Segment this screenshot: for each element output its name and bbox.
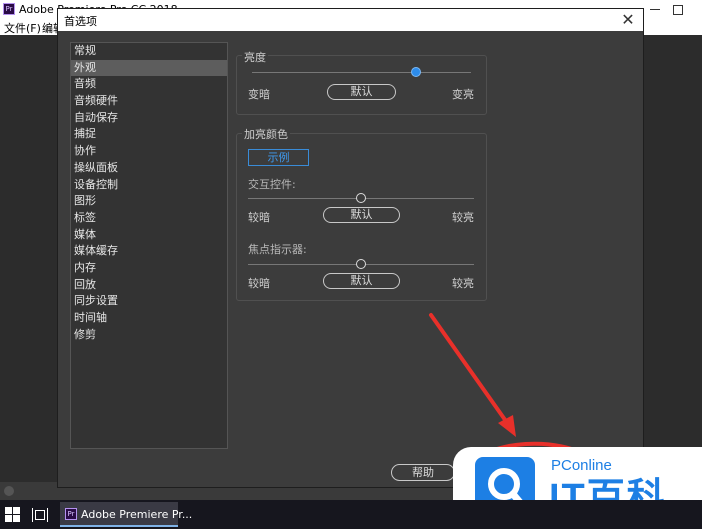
taskbar: Pr Adobe Premiere Pr... xyxy=(0,500,702,529)
interactive-controls-slider-thumb[interactable] xyxy=(356,193,366,203)
help-button[interactable]: 帮助 xyxy=(391,464,455,481)
status-icon xyxy=(4,486,14,496)
taskbar-premiere-item[interactable]: Pr Adobe Premiere Pr... xyxy=(60,502,192,527)
brightness-default-button[interactable]: 默认 xyxy=(327,84,396,100)
highlight-color-label: 加亮颜色 xyxy=(242,126,290,142)
watermark-brand: PConline xyxy=(551,457,612,474)
brightness-slider-track[interactable] xyxy=(252,72,471,73)
category-item[interactable]: 回放 xyxy=(71,277,227,294)
task-view-icon[interactable] xyxy=(32,507,48,523)
windows-start-icon[interactable] xyxy=(5,507,21,523)
category-item[interactable]: 自动保存 xyxy=(71,110,227,127)
preferences-dialog: 首选项 ✕ 常规 外观 音频 音频硬件 自动保存 捕捉 协作 操纵面板 设备控制 图形 标签 媒体 媒体… xyxy=(57,8,644,488)
category-item[interactable]: 内存 xyxy=(71,260,227,277)
category-item[interactable]: 修剪 xyxy=(71,327,227,344)
premiere-logo-icon: Pr xyxy=(3,3,15,15)
dialog-title: 首选项 xyxy=(64,15,97,28)
category-item[interactable]: 标签 xyxy=(71,210,227,227)
category-item[interactable]: 音频 xyxy=(71,76,227,93)
category-item[interactable]: 操纵面板 xyxy=(71,160,227,177)
focus-darker-label: 较暗 xyxy=(248,277,270,290)
premiere-taskbar-icon: Pr xyxy=(65,508,77,520)
category-item[interactable]: 常规 xyxy=(71,43,227,60)
menu-file[interactable]: 文件(F) xyxy=(4,20,41,36)
highlight-sample-swatch[interactable]: 示例 xyxy=(248,149,309,166)
category-item[interactable]: 时间轴 xyxy=(71,310,227,327)
category-item[interactable]: 媒体缓存 xyxy=(71,243,227,260)
category-item[interactable]: 外观 xyxy=(71,59,227,77)
category-item[interactable]: 设备控制 xyxy=(71,177,227,194)
category-list: 常规 外观 音频 音频硬件 自动保存 捕捉 协作 操纵面板 设备控制 图形 标签 媒体 媒体缓存 内存 回放… xyxy=(70,42,228,449)
brightness-lighter-label: 变亮 xyxy=(452,88,474,101)
brightness-slider-thumb[interactable] xyxy=(411,67,421,77)
brightness-darker-label: 变暗 xyxy=(248,88,270,101)
category-item[interactable]: 音频硬件 xyxy=(71,93,227,110)
taskbar-premiere-label: Adobe Premiere Pr... xyxy=(81,508,193,521)
category-item[interactable]: 媒体 xyxy=(71,227,227,244)
category-item[interactable]: 协作 xyxy=(71,143,227,160)
interactive-lighter-label: 较亮 xyxy=(452,211,474,224)
interactive-darker-label: 较暗 xyxy=(248,211,270,224)
brightness-label: 亮度 xyxy=(242,49,268,65)
focus-indicators-label: 焦点指示器: xyxy=(248,243,307,256)
category-item[interactable]: 图形 xyxy=(71,193,227,210)
dialog-titlebar: 首选项 ✕ xyxy=(58,9,643,31)
category-item[interactable]: 捕捉 xyxy=(71,126,227,143)
focus-indicators-slider-thumb[interactable] xyxy=(356,259,366,269)
interactive-controls-label: 交互控件: xyxy=(248,178,296,191)
minimize-icon[interactable] xyxy=(648,2,662,16)
maximize-icon[interactable] xyxy=(670,2,684,16)
close-icon[interactable]: ✕ xyxy=(619,11,637,29)
focus-lighter-label: 较亮 xyxy=(452,277,474,290)
interactive-default-button[interactable]: 默认 xyxy=(323,207,400,223)
category-item[interactable]: 同步设置 xyxy=(71,293,227,310)
focus-default-button[interactable]: 默认 xyxy=(323,273,400,289)
